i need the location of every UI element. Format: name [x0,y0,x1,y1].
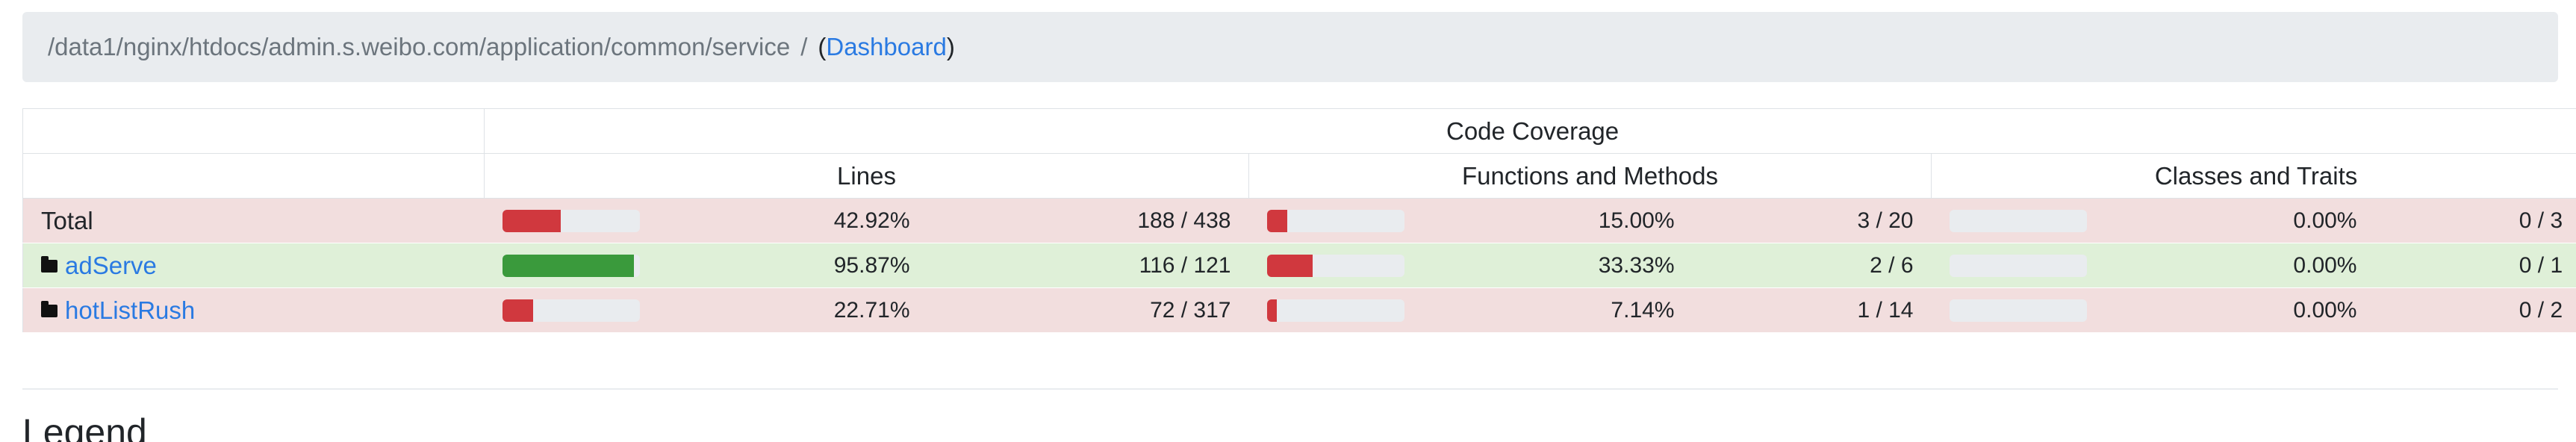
functions-progress-fill [1266,209,1288,232]
lines-count: 72 / 317 [927,287,1249,333]
classes-bar-cell [1931,198,2105,243]
functions-count: 3 / 20 [1692,198,1932,243]
lines-bar-cell [484,243,658,288]
table-row: Total 42.92% 188 / 438 15.00% 3 / 20 0.00% 0 /… [22,198,2576,243]
classes-percent: 0.00% [2104,243,2375,288]
functions-progress-fill [1266,254,1313,277]
row-name-label: Total [41,206,93,234]
classes-bar-cell [1931,287,2105,333]
lines-bar-cell [484,198,658,243]
functions-progress-bar [1266,254,1404,277]
functions-progress-fill [1266,299,1277,322]
functions-bar-cell [1248,243,1422,288]
lines-progress-bar [502,209,640,232]
functions-percent: 33.33% [1422,243,1693,288]
breadcrumb-separator: / [800,33,808,60]
subheader-empty-cell [22,153,485,199]
breadcrumb: /data1/nginx/htdocs/admin.s.weibo.com/ap… [22,12,2558,82]
functions-progress-bar [1266,209,1404,232]
header-code-coverage: Code Coverage [483,108,2576,154]
classes-percent: 0.00% [2104,287,2375,333]
classes-count: 0 / 1 [2374,243,2576,288]
table-row: hotListRush 22.71% 72 / 317 7.14% 1 / 14 0.00… [22,287,2576,333]
row-name-cell: Total [22,198,485,243]
folder-icon [41,255,57,273]
functions-bar-cell [1248,287,1422,333]
header-functions-methods: Functions and Methods [1248,153,1932,199]
folder-icon [41,300,57,317]
classes-progress-bar [1949,209,2087,232]
lines-percent: 95.87% [657,243,928,288]
header-lines: Lines [484,153,1249,199]
lines-percent: 42.92% [657,198,928,243]
classes-bar-cell [1931,243,2105,288]
functions-percent: 7.14% [1422,287,1693,333]
functions-percent: 15.00% [1422,198,1693,243]
legend-heading: Legend [22,411,147,442]
directory-link[interactable]: hotListRush [65,296,195,324]
classes-percent: 0.00% [2104,198,2375,243]
coverage-table-body: Total 42.92% 188 / 438 15.00% 3 / 20 0.00% 0 /… [22,198,2576,333]
dashboard-link[interactable]: Dashboard [826,33,946,61]
header-empty-cell [22,108,485,154]
lines-progress-bar [502,299,640,322]
row-name-cell: adServe [22,243,485,288]
lines-count: 188 / 438 [927,198,1249,243]
section-divider [22,388,2558,390]
classes-progress-bar [1949,299,2087,322]
functions-bar-cell [1248,198,1422,243]
row-name-cell: hotListRush [22,287,485,333]
directory-link[interactable]: adServe [65,252,157,279]
lines-bar-cell [484,287,658,333]
lines-count: 116 / 121 [927,243,1249,288]
functions-count: 1 / 14 [1692,287,1932,333]
header-classes-traits: Classes and Traits [1930,153,2576,199]
table-row: adServe 95.87% 116 / 121 33.33% 2 / 6 0.00% 0 … [22,243,2576,288]
coverage-page: /data1/nginx/htdocs/admin.s.weibo.com/ap… [0,0,2576,442]
lines-progress-bar [502,254,640,277]
lines-progress-fill [502,299,534,322]
lines-percent: 22.71% [657,287,928,333]
lines-progress-fill [502,209,561,232]
classes-count: 0 / 2 [2374,287,2576,333]
breadcrumb-path: /data1/nginx/htdocs/admin.s.weibo.com/ap… [48,33,791,60]
lines-progress-fill [502,254,634,277]
classes-progress-bar [1949,254,2087,277]
breadcrumb-close-paren: ) [946,33,955,60]
functions-progress-bar [1266,299,1404,322]
coverage-table: Code Coverage Lines Functions and Method… [22,108,2576,333]
functions-count: 2 / 6 [1692,243,1932,288]
classes-count: 0 / 3 [2374,198,2576,243]
breadcrumb-open-paren: ( [818,33,827,60]
